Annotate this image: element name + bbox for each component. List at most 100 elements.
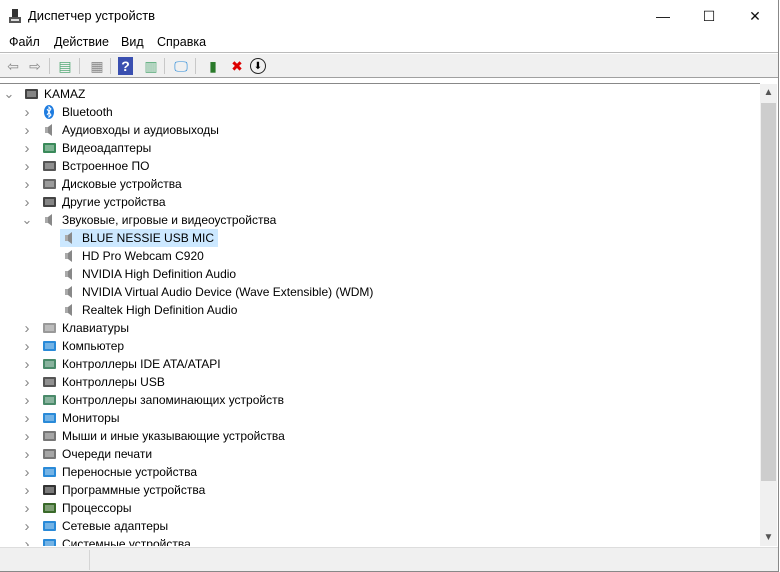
- display-adapter-icon: [42, 141, 58, 155]
- chevron-right-icon[interactable]: ›: [22, 157, 32, 175]
- tree-item-label: Realtek High Definition Audio: [82, 303, 238, 317]
- update-driver-button[interactable]: ▮: [204, 57, 222, 75]
- tree-device-item[interactable]: Realtek High Definition Audio: [62, 301, 237, 319]
- menu-help[interactable]: Справка: [157, 35, 206, 49]
- properties-button[interactable]: ▦: [88, 57, 106, 75]
- action-pane-icon: ▥: [144, 57, 158, 74]
- chevron-right-icon[interactable]: ›: [22, 427, 32, 445]
- tree-category[interactable]: Клавиатуры: [42, 319, 129, 337]
- show-hide-console-tree-icon: ▤: [58, 57, 72, 74]
- tree-category[interactable]: Звуковые, игровые и видеоустройства: [42, 211, 276, 229]
- menu-action[interactable]: Действие: [54, 35, 109, 49]
- monitor-icon: [42, 411, 58, 425]
- device-manager-app-icon: [9, 9, 21, 23]
- tree-category[interactable]: Компьютер: [42, 337, 124, 355]
- chevron-right-icon[interactable]: ›: [22, 517, 32, 535]
- help-icon: ?: [121, 58, 130, 74]
- tree-category[interactable]: Процессоры: [42, 499, 132, 517]
- chevron-right-icon[interactable]: ›: [22, 337, 32, 355]
- show-hide-console-tree-button[interactable]: ▤: [56, 57, 74, 75]
- tree-category[interactable]: Системные устройства: [42, 535, 191, 546]
- speaker-icon: [62, 303, 78, 317]
- speaker-icon: [42, 213, 58, 227]
- tree-category[interactable]: Контроллеры запоминающих устройств: [42, 391, 284, 409]
- chevron-right-icon[interactable]: ›: [22, 373, 32, 391]
- chevron-right-icon[interactable]: ›: [22, 481, 32, 499]
- chevron-right-icon[interactable]: ›: [22, 445, 32, 463]
- tree-category[interactable]: Другие устройства: [42, 193, 166, 211]
- vertical-scrollbar[interactable]: ▲ ▼: [760, 84, 777, 546]
- chevron-right-icon[interactable]: ›: [22, 499, 32, 517]
- tree-category[interactable]: Контроллеры USB: [42, 373, 165, 391]
- menu-view[interactable]: Вид: [121, 35, 144, 49]
- tree-root-computer[interactable]: KAMAZ: [24, 85, 85, 103]
- status-cell-2: [90, 550, 775, 570]
- scan-hardware-monitor-icon: 🖵: [174, 57, 188, 74]
- chevron-right-icon[interactable]: ›: [22, 535, 32, 547]
- disable-device-download-button[interactable]: ⬇: [250, 58, 266, 74]
- scroll-thumb[interactable]: [761, 103, 776, 481]
- forward-arrow-button[interactable]: ⇨: [26, 57, 44, 75]
- tree-category[interactable]: Аудиовходы и аудиовыходы: [42, 121, 219, 139]
- forward-arrow-icon: ⇨: [29, 57, 41, 74]
- chevron-right-icon[interactable]: ›: [22, 319, 32, 337]
- tree-category[interactable]: Сетевые адаптеры: [42, 517, 168, 535]
- other-devices-icon: [42, 195, 58, 209]
- mouse-icon: [42, 429, 58, 443]
- back-arrow-icon: ⇦: [7, 57, 19, 74]
- chevron-right-icon[interactable]: ›: [22, 175, 32, 193]
- tree-device-item[interactable]: BLUE NESSIE USB MIC: [60, 229, 219, 247]
- tree-item-label: NVIDIA Virtual Audio Device (Wave Extens…: [82, 285, 374, 299]
- tree-item-label: BLUE NESSIE USB MIC: [82, 231, 215, 245]
- minimize-button[interactable]: —: [640, 0, 686, 32]
- uninstall-device-button[interactable]: ✖: [228, 57, 246, 75]
- status-cell-1: [0, 550, 90, 570]
- back-arrow-button[interactable]: ⇦: [4, 57, 22, 75]
- tree-category[interactable]: Очереди печати: [42, 445, 152, 463]
- tree-item-label: Bluetooth: [62, 105, 113, 119]
- close-button[interactable]: ✕: [732, 0, 778, 32]
- tree-category[interactable]: Мониторы: [42, 409, 119, 427]
- tree-item-label: Звуковые, игровые и видеоустройства: [62, 213, 277, 227]
- tree-category[interactable]: Переносные устройства: [42, 463, 197, 481]
- device-tree: ⌄ KAMAZ › Bluetooth › Аудиовходы и аудиовыход…: [0, 83, 760, 546]
- speaker-icon: [62, 267, 78, 281]
- maximize-button[interactable]: ☐: [686, 0, 732, 32]
- tree-category[interactable]: Видеоадаптеры: [42, 139, 151, 157]
- scroll-down-icon[interactable]: ▼: [760, 529, 777, 546]
- scroll-up-icon[interactable]: ▲: [760, 84, 777, 101]
- tree-category[interactable]: Мыши и иные указывающие устройства: [42, 427, 285, 445]
- chevron-right-icon[interactable]: ›: [22, 193, 32, 211]
- toolbar-separator: [79, 58, 80, 74]
- scan-hardware-monitor-button[interactable]: 🖵: [172, 57, 190, 75]
- chevron-right-icon[interactable]: ›: [22, 121, 32, 139]
- tree-device-item[interactable]: NVIDIA Virtual Audio Device (Wave Extens…: [62, 283, 373, 301]
- tree-category[interactable]: Программные устройства: [42, 481, 205, 499]
- chevron-right-icon[interactable]: ›: [22, 355, 32, 373]
- chevron-down-icon[interactable]: ⌄: [4, 85, 15, 103]
- menu-bar: Файл Действие Вид Справка: [0, 32, 778, 53]
- usb-icon: [42, 375, 58, 389]
- computer-root-icon: [24, 87, 40, 101]
- tree-category[interactable]: Bluetooth: [42, 103, 113, 121]
- chevron-right-icon[interactable]: ›: [22, 103, 32, 121]
- system-devices-icon: [42, 537, 58, 546]
- ide-controller-icon: [42, 357, 58, 371]
- menu-file[interactable]: Файл: [9, 35, 40, 49]
- help-button[interactable]: ?: [118, 57, 133, 75]
- tree-category[interactable]: Контроллеры IDE ATA/ATAPI: [42, 355, 221, 373]
- tree-item-label: Переносные устройства: [62, 465, 198, 479]
- chevron-right-icon[interactable]: ›: [22, 139, 32, 157]
- tree-item-label: KAMAZ: [44, 87, 86, 101]
- tree-device-item[interactable]: HD Pro Webcam C920: [62, 247, 204, 265]
- chevron-right-icon[interactable]: ›: [22, 409, 32, 427]
- action-pane-button[interactable]: ▥: [142, 57, 160, 75]
- tree-device-item[interactable]: NVIDIA High Definition Audio: [62, 265, 236, 283]
- chevron-right-icon[interactable]: ›: [22, 463, 32, 481]
- chevron-down-icon[interactable]: ⌄: [22, 211, 33, 229]
- chevron-right-icon[interactable]: ›: [22, 391, 32, 409]
- minimize-icon: —: [656, 8, 670, 24]
- tree-category[interactable]: Встроенное ПО: [42, 157, 149, 175]
- tree-item-label: Контроллеры USB: [62, 375, 165, 389]
- tree-category[interactable]: Дисковые устройства: [42, 175, 182, 193]
